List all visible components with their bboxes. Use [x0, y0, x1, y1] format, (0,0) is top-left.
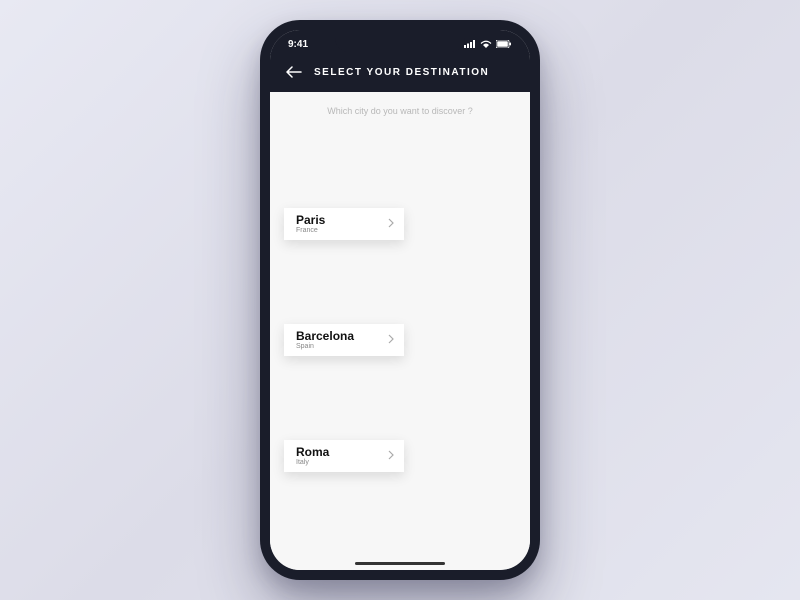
city-name: Barcelona [296, 330, 354, 343]
country-name: France [296, 227, 325, 234]
destination-list[interactable]: Which city do you want to discover ? Par… [270, 92, 530, 570]
page-title: SELECT YOUR DESTINATION [314, 67, 489, 78]
back-button[interactable] [286, 66, 302, 78]
destination-label[interactable]: Paris France [284, 208, 404, 240]
wifi-icon [480, 40, 492, 48]
home-indicator[interactable] [355, 562, 445, 565]
status-indicators [464, 40, 512, 48]
chevron-right-icon [388, 447, 394, 465]
destination-card-barcelona[interactable]: Barcelona Spain [284, 246, 516, 350]
status-time: 9:41 [288, 39, 308, 50]
prompt-text: Which city do you want to discover ? [284, 106, 516, 116]
chevron-right-icon [388, 215, 394, 233]
country-name: Italy [296, 459, 329, 466]
app-header: SELECT YOUR DESTINATION [270, 58, 530, 92]
destination-label[interactable]: Barcelona Spain [284, 324, 404, 356]
screen: 9:41 SELECT YOUR DESTINATION Which city … [270, 30, 530, 570]
chevron-right-icon [388, 331, 394, 349]
notch [335, 30, 465, 52]
city-name: Roma [296, 446, 329, 459]
signal-icon [464, 40, 476, 48]
destination-card-partial[interactable] [284, 478, 516, 518]
country-name: Spain [296, 343, 354, 350]
phone-frame: 9:41 SELECT YOUR DESTINATION Which city … [260, 20, 540, 580]
battery-icon [496, 40, 512, 48]
destination-card-paris[interactable]: Paris France [284, 130, 516, 234]
arrow-left-icon [286, 66, 302, 78]
city-name: Paris [296, 214, 325, 227]
destination-label[interactable]: Roma Italy [284, 440, 404, 472]
destination-card-roma[interactable]: Roma Italy [284, 362, 516, 466]
